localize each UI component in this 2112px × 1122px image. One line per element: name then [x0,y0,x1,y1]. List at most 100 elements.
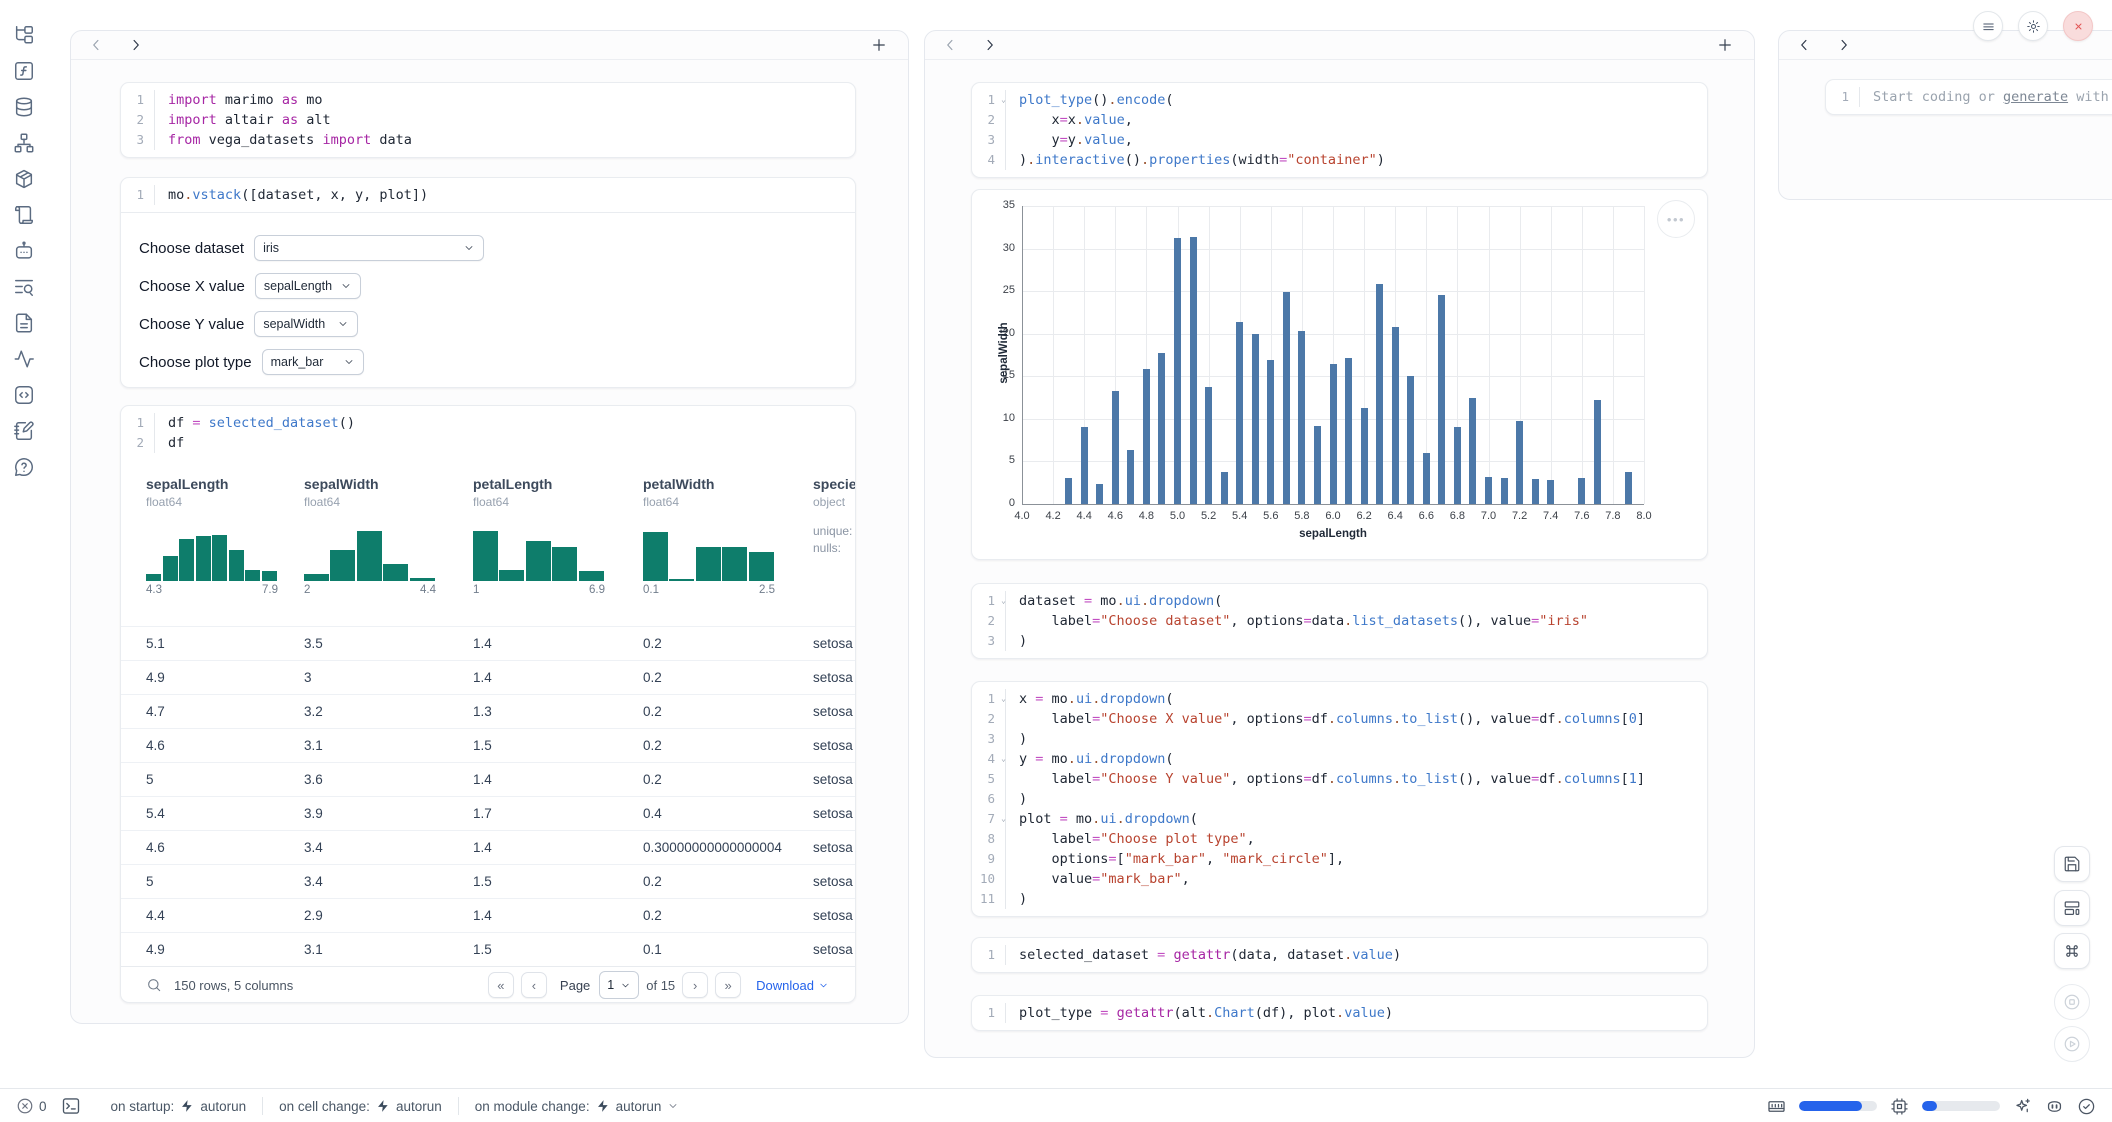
stop-button[interactable] [2054,984,2090,1020]
code-cell-plot-type[interactable]: 1plot_type = getattr(alt.Chart(df), plot… [971,995,1708,1031]
table-column-header[interactable]: sepalWidthfloat6424.4 [304,460,473,626]
chart-bar [1314,426,1321,504]
column3-prev-button[interactable] [1795,36,1813,54]
page-select[interactable]: 1 [599,971,639,999]
table-row[interactable]: 4.42.91.40.2setosa [121,898,855,932]
search-icon[interactable] [146,977,162,993]
error-counter[interactable]: 0 [16,1097,47,1115]
dropdown-select[interactable]: sepalWidth [254,311,358,337]
code-line: 3) [972,631,1707,651]
fold-chevron-icon[interactable]: ⌄ [1001,749,1006,769]
runtime-setting-2[interactable]: on module change:autorun [459,1099,696,1114]
prev-page-button[interactable]: ‹ [521,972,547,998]
table-row[interactable]: 53.41.50.2setosa [121,864,855,898]
code-cell-vstack[interactable]: 1mo.vstack([dataset, x, y, plot])Choose … [120,177,856,388]
file-text-icon[interactable] [13,312,35,334]
activity-icon[interactable] [13,348,35,370]
memory-icon [1767,1097,1786,1116]
network-icon[interactable] [13,132,35,154]
gridline-x [1489,206,1490,504]
column1-next-button[interactable] [127,36,145,54]
dropdown-value: mark_bar [271,355,324,369]
column-dtype: object [813,495,855,509]
terminal-icon[interactable] [61,1096,81,1116]
table-row[interactable]: 4.73.21.30.2setosa [121,694,855,728]
table-row[interactable]: 4.93.11.50.1setosa [121,932,855,966]
code-cell-plot-encode[interactable]: 1⌄plot_type().encode(2 x=x.value,3 y=y.v… [971,82,1708,178]
table-column-header[interactable]: speciesobjectunique:nulls: [813,460,855,626]
scroll-icon[interactable] [13,204,35,226]
ai-sparkles-icon[interactable] [2013,1097,2032,1116]
help-circle-icon[interactable] [13,456,35,478]
fold-chevron-icon[interactable]: ⌄ [1001,689,1006,709]
range-min: 1 [473,584,479,596]
dropdown-select[interactable]: mark_bar [262,349,364,375]
empty-code-cell[interactable]: 1Start coding or generate with AI [1825,79,2112,115]
connection-status-icon[interactable] [2077,1097,2096,1116]
notebook-pen-icon[interactable] [13,420,35,442]
table-cell: 1.4 [473,908,643,923]
chevron-down-icon [463,242,475,254]
table-row[interactable]: 4.931.40.2setosa [121,660,855,694]
bot-icon[interactable] [13,240,35,262]
table-column-header[interactable]: petalLengthfloat6416.9 [473,460,643,626]
line-number: 10 [972,869,1006,889]
last-page-button[interactable]: » [715,972,741,998]
code-cell-dataframe[interactable]: 1df = selected_dataset()2dfsepalLengthfl… [120,405,856,1003]
package-icon[interactable] [13,168,35,190]
column3-next-button[interactable] [1835,36,1853,54]
code-cell-dataset-dropdown[interactable]: 1⌄dataset = mo.ui.dropdown(2 label="Choo… [971,583,1708,659]
next-page-button[interactable]: › [682,972,708,998]
gridline-x [1053,206,1054,504]
column2-add-cell-button[interactable] [1716,36,1734,54]
chart-bar [1330,364,1337,504]
table-row[interactable]: 5.43.91.70.4setosa [121,796,855,830]
play-button[interactable] [2054,1026,2090,1062]
column1-prev-button[interactable] [87,36,105,54]
code-cell-imports[interactable]: 1import marimo as mo2import altair as al… [120,82,856,158]
table-cell: 3.6 [304,772,473,787]
dropdown-select[interactable]: iris [254,235,484,261]
command-button[interactable] [2054,933,2090,969]
copilot-icon[interactable] [2045,1097,2064,1116]
layout-button[interactable] [2054,890,2090,926]
first-page-button[interactable]: « [488,972,514,998]
column2-prev-button[interactable] [941,36,959,54]
fold-chevron-icon[interactable]: ⌄ [1001,90,1006,110]
file-tree-icon[interactable] [13,24,35,46]
column1-add-cell-button[interactable] [870,36,888,54]
x-tick-label: 5.2 [1192,510,1226,522]
column2-next-button[interactable] [981,36,999,54]
cpu-usage-meter[interactable] [1922,1101,2000,1111]
table-row[interactable]: 5.13.51.40.2setosa [121,626,855,660]
menu-button[interactable] [1973,11,2003,41]
close-button[interactable] [2063,11,2093,41]
ram-usage-meter[interactable] [1799,1101,1877,1111]
runtime-setting-1[interactable]: on cell change:autorun [263,1099,458,1114]
chart-output-cell[interactable]: 4.04.24.44.64.85.05.25.45.65.86.06.26.46… [971,189,1708,560]
table-column-header[interactable]: petalWidthfloat640.12.5 [643,460,813,626]
column-range: 0.12.5 [643,584,775,596]
table-column-header[interactable]: sepalLengthfloat644.37.9 [146,460,304,626]
code-square-icon[interactable] [13,384,35,406]
code-line: 5 label="Choose Y value", options=df.col… [972,769,1707,789]
runtime-setting-0[interactable]: on startup:autorun [95,1099,263,1114]
dropdown-select[interactable]: sepalLength [255,273,361,299]
table-row[interactable]: 53.61.40.2setosa [121,762,855,796]
save-button[interactable] [2054,846,2090,882]
line-number: 3 [121,130,155,150]
table-row[interactable]: 4.63.41.40.30000000000000004setosa [121,830,855,864]
text-search-icon[interactable] [13,276,35,298]
fold-chevron-icon[interactable]: ⌄ [1001,591,1006,611]
code-cell-selected-dataset[interactable]: 1selected_dataset = getattr(data, datase… [971,937,1708,973]
code-cell-xy-plot-dropdowns[interactable]: 1⌄x = mo.ui.dropdown(2 label="Choose X v… [971,681,1708,917]
function-square-icon[interactable] [13,60,35,82]
database-icon[interactable] [13,96,35,118]
fold-chevron-icon[interactable]: ⌄ [1001,809,1006,829]
table-row[interactable]: 4.63.11.50.2setosa [121,728,855,762]
chart-options-button[interactable]: ••• [1657,200,1695,238]
download-button[interactable]: Download [756,978,829,993]
column-name: sepalWidth [304,460,473,492]
settings-button[interactable] [2018,11,2048,41]
x-tick-label: 4.2 [1036,510,1070,522]
